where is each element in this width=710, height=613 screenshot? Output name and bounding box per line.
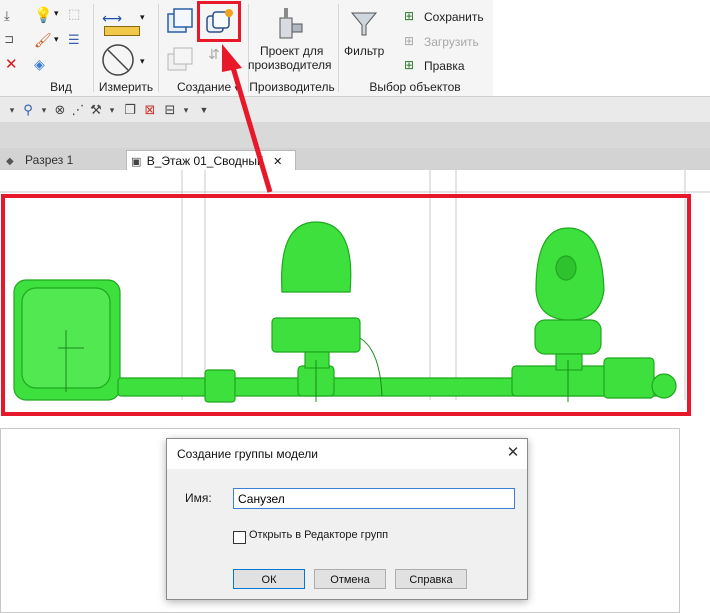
help-button[interactable]: Справка: [395, 569, 467, 589]
section-drawing[interactable]: [0, 170, 710, 428]
name-label: Имя:: [185, 491, 212, 505]
annotation-arrow: [222, 44, 273, 193]
open-in-editor-label[interactable]: Открыть в Редакторе групп: [249, 529, 388, 541]
open-in-editor-checkbox[interactable]: [233, 531, 246, 544]
create-model-group-dialog: Создание группы модели ✕ Имя: Открыть в …: [166, 438, 528, 600]
group-name-input[interactable]: [233, 488, 515, 509]
dialog-close-icon[interactable]: ✕: [503, 443, 523, 463]
dialog-body: Имя: Открыть в Редакторе групп ОК Отмена…: [167, 469, 527, 599]
cancel-button[interactable]: Отмена: [314, 569, 386, 589]
dialog-title: Создание группы модели: [177, 447, 318, 461]
ok-button[interactable]: ОК: [233, 569, 305, 589]
